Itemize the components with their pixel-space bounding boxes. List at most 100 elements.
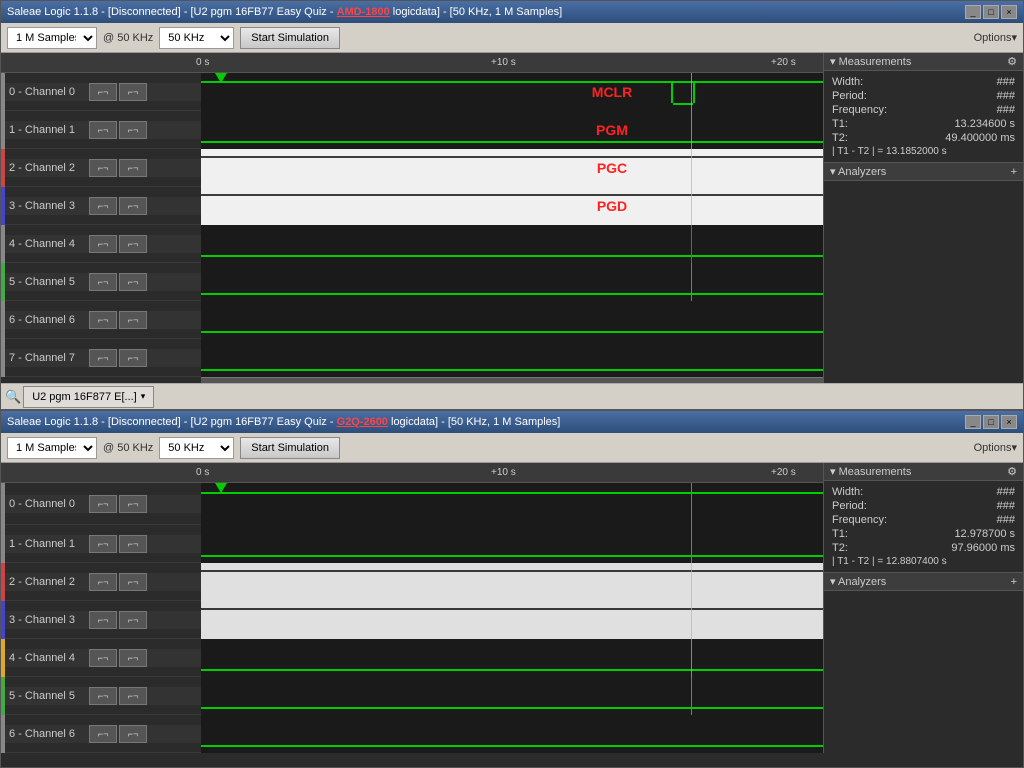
channel-name-0-1: 0 - Channel 0 xyxy=(9,86,89,98)
ctrl-btn-2-1a[interactable]: ⌐¬ xyxy=(89,159,117,177)
channel-name-4-2: 4 - Channel 4 xyxy=(9,652,89,664)
title-bar-2: Saleae Logic 1.1.8 - [Disconnected] - [U… xyxy=(1,411,1023,433)
analyzers-plus-2[interactable]: + xyxy=(1011,576,1017,588)
start-simulation-button-2[interactable]: Start Simulation xyxy=(240,437,340,459)
meas-t2-1: T2: 49.400000 ms xyxy=(824,131,1023,145)
time-10s-2: +10 s xyxy=(491,467,516,478)
ctrl-btn-5-2a[interactable]: ⌐¬ xyxy=(89,687,117,705)
samples-select-2[interactable]: 1 M Samples xyxy=(7,437,97,459)
ctrl-btn-0-1a[interactable]: ⌐¬ xyxy=(89,83,117,101)
options-button-1[interactable]: Options▾ xyxy=(974,31,1017,44)
ctrl-btn-0-2a[interactable]: ⌐¬ xyxy=(89,495,117,513)
ctrl-btn-3-2b[interactable]: ⌐¬ xyxy=(119,611,147,629)
meas-freq-1: Frequency: ### xyxy=(824,103,1023,117)
channel-name-3-1: 3 - Channel 3 xyxy=(9,200,89,212)
options-button-2[interactable]: Options▾ xyxy=(974,441,1017,454)
meas-t1-2: T1: 12.978700 s xyxy=(824,527,1023,541)
meas-t1-1: T1: 13.234600 s xyxy=(824,117,1023,131)
minimize-button-2[interactable]: _ xyxy=(965,415,981,429)
cursor-2-2 xyxy=(691,563,692,601)
cursor-1-1 xyxy=(691,73,692,111)
title-prefix-2: Saleae Logic 1.1.8 - [Disconnected] - [U… xyxy=(7,416,337,428)
measurements-title-1: ▾ Measurements xyxy=(830,55,911,68)
channel-name-5-2: 5 - Channel 5 xyxy=(9,690,89,702)
ctrl-btn-5-1a[interactable]: ⌐¬ xyxy=(89,273,117,291)
channel-name-7-1: 7 - Channel 7 xyxy=(9,352,89,364)
channel-label-5-1: 5 - Channel 5 ⌐¬ ⌐¬ xyxy=(5,273,201,291)
tab-1[interactable]: U2 pgm 16F877 E[...] ▾ xyxy=(23,386,154,408)
freq-select-2[interactable]: 50 KHz xyxy=(159,437,234,459)
meas-width-1: Width: ### xyxy=(824,75,1023,89)
start-simulation-button-1[interactable]: Start Simulation xyxy=(240,27,340,49)
restore-button-1[interactable]: □ xyxy=(983,5,999,19)
ctrl-btn-1-2a[interactable]: ⌐¬ xyxy=(89,535,117,553)
title-text-1: Saleae Logic 1.1.8 - [Disconnected] - [U… xyxy=(7,6,965,18)
time-10s-1: +10 s xyxy=(491,57,516,68)
ctrl-btn-3-1b[interactable]: ⌐¬ xyxy=(119,197,147,215)
ctrl-btn-6-1b[interactable]: ⌐¬ xyxy=(119,311,147,329)
ctrl-btn-2-2b[interactable]: ⌐¬ xyxy=(119,573,147,591)
ctrl-btn-4-2b[interactable]: ⌐¬ xyxy=(119,649,147,667)
ctrl-btn-5-2b[interactable]: ⌐¬ xyxy=(119,687,147,705)
window-1: Saleae Logic 1.1.8 - [Disconnected] - [U… xyxy=(0,0,1024,410)
time-0s-2: 0 s xyxy=(196,467,209,478)
measurements-gear-1[interactable]: ⚙ xyxy=(1007,55,1017,68)
ctrl-btn-5-1b[interactable]: ⌐¬ xyxy=(119,273,147,291)
ctrl-btn-3-1a[interactable]: ⌐¬ xyxy=(89,197,117,215)
at-label-1: @ 50 KHz xyxy=(103,32,153,44)
ctrl-btn-2-2a[interactable]: ⌐¬ xyxy=(89,573,117,591)
measurements-header-2: ▾ Measurements ⚙ xyxy=(824,463,1023,481)
ctrl-btn-3-2a[interactable]: ⌐¬ xyxy=(89,611,117,629)
toolbar-2: 1 M Samples @ 50 KHz 50 KHz Start Simula… xyxy=(1,433,1023,463)
tab-bar-1: 🔍 U2 pgm 16F877 E[...] ▾ xyxy=(1,383,1023,409)
measurements-content-1: Width: ### Period: ### Frequency: ### T1… xyxy=(824,71,1023,162)
ctrl-btn-7-1a[interactable]: ⌐¬ xyxy=(89,349,117,367)
ctrl-btn-2-1b[interactable]: ⌐¬ xyxy=(119,159,147,177)
tab-dropdown-1[interactable]: ▾ xyxy=(141,391,146,402)
right-panel-2: ▾ Measurements ⚙ Width: ### Period: ### … xyxy=(823,463,1023,753)
ctrl-btn-4-1b[interactable]: ⌐¬ xyxy=(119,235,147,253)
vmark-0-2 xyxy=(691,483,692,525)
measurements-gear-2[interactable]: ⚙ xyxy=(1007,465,1017,478)
search-icon-1[interactable]: 🔍 xyxy=(5,389,21,405)
freq-select-1[interactable]: 50 KHz xyxy=(159,27,234,49)
window-2: Saleae Logic 1.1.8 - [Disconnected] - [U… xyxy=(0,410,1024,768)
ctrl-btn-1-2b[interactable]: ⌐¬ xyxy=(119,535,147,553)
ctrl-btn-6-1a[interactable]: ⌐¬ xyxy=(89,311,117,329)
ctrl-btn-4-2a[interactable]: ⌐¬ xyxy=(89,649,117,667)
channel-label-5-2: 5 - Channel 5 ⌐¬ ⌐¬ xyxy=(5,687,201,705)
ctrl-btn-1-1b[interactable]: ⌐¬ xyxy=(119,121,147,139)
vmark-5-2 xyxy=(691,677,692,715)
restore-button-2[interactable]: □ xyxy=(983,415,999,429)
close-button-1[interactable]: × xyxy=(1001,5,1017,19)
minimize-button-1[interactable]: _ xyxy=(965,5,981,19)
pgm-label: PGM xyxy=(596,122,628,138)
toolbar-1: 1 M Samples @ 50 KHz 50 KHz Start Simula… xyxy=(1,23,1023,53)
channel-name-2-2: 2 - Channel 2 xyxy=(9,576,89,588)
analyzers-header-2: ▾ Analyzers + xyxy=(824,572,1023,591)
right-panel-1: ▾ Measurements ⚙ Width: ### Period: ### … xyxy=(823,53,1023,389)
window-controls-1: _ □ × xyxy=(965,5,1017,19)
ctrl-btn-1-1a[interactable]: ⌐¬ xyxy=(89,121,117,139)
vmark-1-2 xyxy=(691,525,692,563)
ctrl-btn-0-1b[interactable]: ⌐¬ xyxy=(119,83,147,101)
meas-diff-1: | T1 - T2 | = 13.1852000 s xyxy=(824,145,1023,158)
analyzers-header-1: ▾ Analyzers + xyxy=(824,162,1023,181)
vmark-4-1 xyxy=(691,225,692,263)
channel-label-6-2: 6 - Channel 6 ⌐¬ ⌐¬ xyxy=(5,725,201,743)
ctrl-btn-7-1b[interactable]: ⌐¬ xyxy=(119,349,147,367)
ctrl-btn-0-2b[interactable]: ⌐¬ xyxy=(119,495,147,513)
ctrl-btn-6-2a[interactable]: ⌐¬ xyxy=(89,725,117,743)
meas-period-1: Period: ### xyxy=(824,89,1023,103)
channel-label-0-2: 0 - Channel 0 ⌐¬ ⌐¬ xyxy=(5,495,201,513)
channel-label-1-2: 1 - Channel 1 ⌐¬ ⌐¬ xyxy=(5,535,201,553)
vmark-5-1 xyxy=(691,263,692,301)
close-button-2[interactable]: × xyxy=(1001,415,1017,429)
channel-label-2-2: 2 - Channel 2 ⌐¬ ⌐¬ xyxy=(5,573,201,591)
ctrl-btn-4-1a[interactable]: ⌐¬ xyxy=(89,235,117,253)
meas-period-2: Period: ### xyxy=(824,499,1023,513)
samples-select-1[interactable]: 1 M Samples xyxy=(7,27,97,49)
measurements-header-1: ▾ Measurements ⚙ xyxy=(824,53,1023,71)
ctrl-btn-6-2b[interactable]: ⌐¬ xyxy=(119,725,147,743)
analyzers-plus-1[interactable]: + xyxy=(1011,166,1017,178)
